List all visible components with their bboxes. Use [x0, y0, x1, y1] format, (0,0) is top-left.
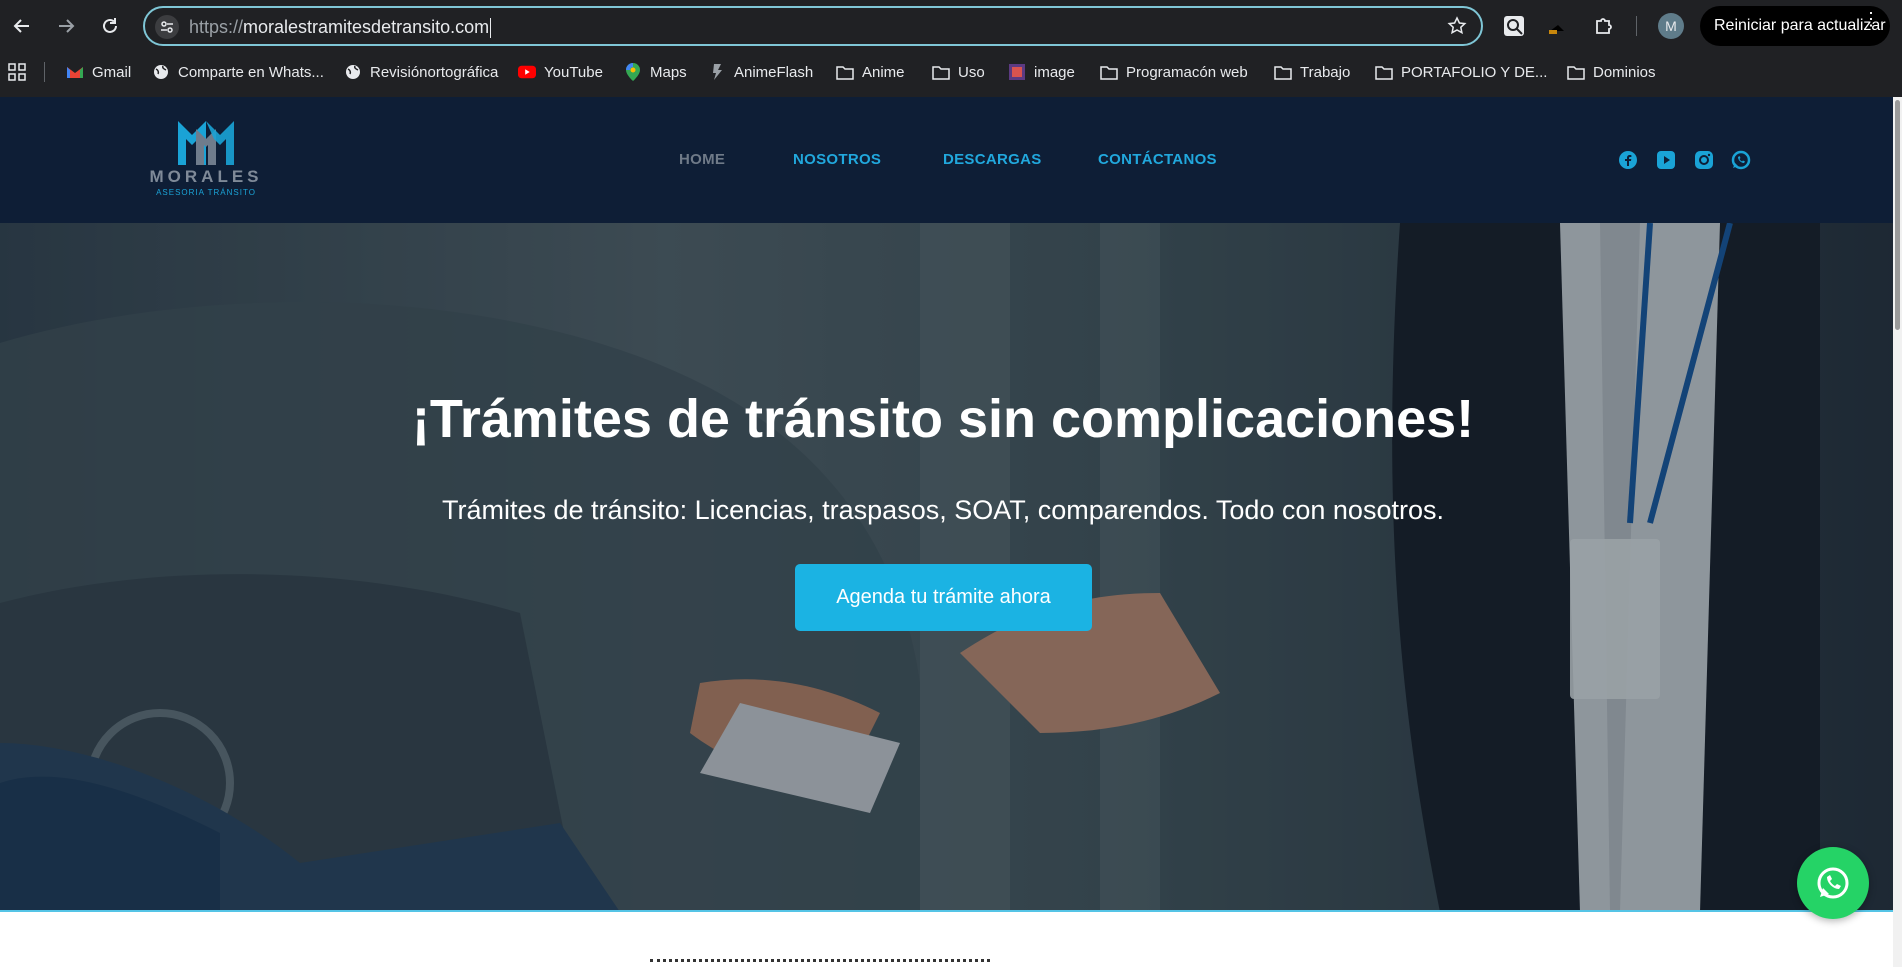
- scrollbar-thumb[interactable]: [1895, 100, 1900, 330]
- youtube-icon[interactable]: [1655, 149, 1677, 171]
- whatsapp-icon: [1817, 867, 1849, 899]
- globe-icon: [152, 63, 170, 81]
- bookmark-revision-ortografica[interactable]: Revisiónortográfica: [344, 60, 498, 84]
- hero-title: ¡Trámites de tránsito sin complicaciones…: [411, 389, 1475, 449]
- update-button-label: Reiniciar para actualizar: [1714, 17, 1886, 34]
- bookmark-label: Revisiónortográfica: [370, 63, 499, 81]
- folder-icon: [1274, 63, 1292, 81]
- bookmark-label: PORTAFOLIO Y DE...: [1401, 63, 1548, 81]
- folder-icon: [932, 63, 950, 81]
- next-section-heading-fragment: [650, 959, 990, 967]
- bookmark-image[interactable]: image: [1008, 60, 1075, 84]
- address-bar[interactable]: https://moralestramitesdetransito.com: [143, 6, 1483, 46]
- folder-icon: [1375, 63, 1393, 81]
- extension-icon[interactable]: [1545, 14, 1569, 38]
- bookmark-folder-portafolio[interactable]: PORTAFOLIO Y DE...: [1375, 60, 1547, 84]
- bookmark-folder-trabajo[interactable]: Trabajo: [1274, 60, 1350, 84]
- bookmark-folder-dominios[interactable]: Dominios: [1567, 60, 1656, 84]
- bookmark-label: Maps: [650, 63, 687, 81]
- bookmark-label: Dominios: [1593, 63, 1656, 81]
- folder-icon: [1100, 63, 1118, 81]
- instagram-icon[interactable]: [1693, 149, 1715, 171]
- bookmark-label: Comparte en Whats...: [178, 63, 324, 81]
- nav-home[interactable]: HOME: [679, 151, 725, 168]
- update-browser-button[interactable]: Reiniciar para actualizar ⋮: [1700, 6, 1890, 46]
- gmail-icon: [66, 63, 84, 81]
- nav-nosotros[interactable]: NOSOTROS: [793, 151, 881, 168]
- hero-subtitle: Trámites de tránsito: Licencias, traspas…: [442, 495, 1444, 525]
- web-page: MORALES ASESORIA TRÁNSITO HOME NOSOTROS …: [0, 97, 1902, 967]
- site-info-icon[interactable]: [155, 15, 179, 39]
- zoom-search-icon[interactable]: [1502, 14, 1526, 38]
- back-button[interactable]: [8, 12, 36, 40]
- folder-icon: [836, 63, 854, 81]
- youtube-icon: [518, 63, 536, 81]
- text-caret: [490, 18, 492, 39]
- bookmark-gmail[interactable]: Gmail: [66, 60, 131, 84]
- url-text[interactable]: https://moralestramitesdetransito.com: [189, 17, 492, 39]
- globe-icon: [344, 63, 362, 81]
- bookmark-label: Trabajo: [1300, 63, 1351, 81]
- whatsapp-icon[interactable]: [1730, 149, 1752, 171]
- browser-chrome: https://moralestramitesdetransito.com M …: [0, 0, 1902, 97]
- bookmarks-divider: [44, 62, 45, 82]
- url-host: moralestramitesdetransito.com: [243, 17, 490, 37]
- bookmark-label: Gmail: [92, 63, 132, 81]
- bookmark-animeflash[interactable]: AnimeFlash: [708, 60, 813, 84]
- bookmark-label: Programacón web: [1126, 63, 1248, 81]
- apps-grid-icon[interactable]: [8, 60, 26, 84]
- browser-toolbar: https://moralestramitesdetransito.com M …: [0, 0, 1902, 52]
- bookmark-label: YouTube: [544, 63, 603, 81]
- reload-button[interactable]: [96, 12, 124, 40]
- bookmark-folder-anime[interactable]: Anime: [836, 60, 905, 84]
- nav-contactanos[interactable]: CONTÁCTANOS: [1098, 151, 1217, 168]
- bookmark-star-icon[interactable]: [1447, 16, 1467, 41]
- extensions-puzzle-icon[interactable]: [1592, 14, 1616, 38]
- url-protocol: https://: [189, 17, 244, 37]
- schedule-procedure-button[interactable]: Agenda tu trámite ahora: [795, 564, 1092, 631]
- bookmark-label: AnimeFlash: [734, 63, 814, 81]
- bookmark-folder-programacion-web[interactable]: Programacón web: [1100, 60, 1248, 84]
- nav-descargas[interactable]: DESCARGAS: [943, 151, 1042, 168]
- site-logo[interactable]: MORALES ASESORIA TRÁNSITO: [146, 117, 266, 199]
- bookmark-label: Uso: [958, 63, 985, 81]
- logo-tagline: ASESORIA TRÁNSITO: [156, 188, 256, 197]
- image-icon: [1008, 63, 1026, 81]
- bookmark-label: Anime: [862, 63, 905, 81]
- reload-icon: [103, 18, 117, 33]
- site-header: MORALES ASESORIA TRÁNSITO HOME NOSOTROS …: [0, 97, 1902, 223]
- bookmark-youtube[interactable]: YouTube: [518, 60, 603, 84]
- folder-icon: [1567, 63, 1585, 81]
- morales-logo-icon: [178, 121, 234, 165]
- forward-arrow-icon: [59, 19, 75, 33]
- bookmark-maps[interactable]: Maps: [624, 60, 687, 84]
- bookmarks-bar: Gmail Comparte en Whats... Revisiónortog…: [0, 58, 1902, 86]
- bookmark-folder-uso[interactable]: Uso: [932, 60, 985, 84]
- toolbar-divider: [1636, 16, 1637, 36]
- profile-avatar[interactable]: M: [1658, 13, 1684, 39]
- more-menu-icon[interactable]: ⋮: [1862, 10, 1880, 28]
- bookmark-label: image: [1034, 63, 1075, 81]
- maps-icon: [624, 63, 642, 81]
- hero-section: ¡Trámites de tránsito sin complicaciones…: [0, 223, 1902, 912]
- forward-button[interactable]: [52, 12, 80, 40]
- back-arrow-icon: [13, 19, 29, 33]
- whatsapp-float-button[interactable]: [1797, 847, 1869, 919]
- logo-wordmark: MORALES: [149, 167, 263, 186]
- bookmark-comparte-whatsapp[interactable]: Comparte en Whats...: [152, 60, 324, 84]
- animeflash-icon: [708, 63, 726, 81]
- facebook-icon[interactable]: [1617, 149, 1639, 171]
